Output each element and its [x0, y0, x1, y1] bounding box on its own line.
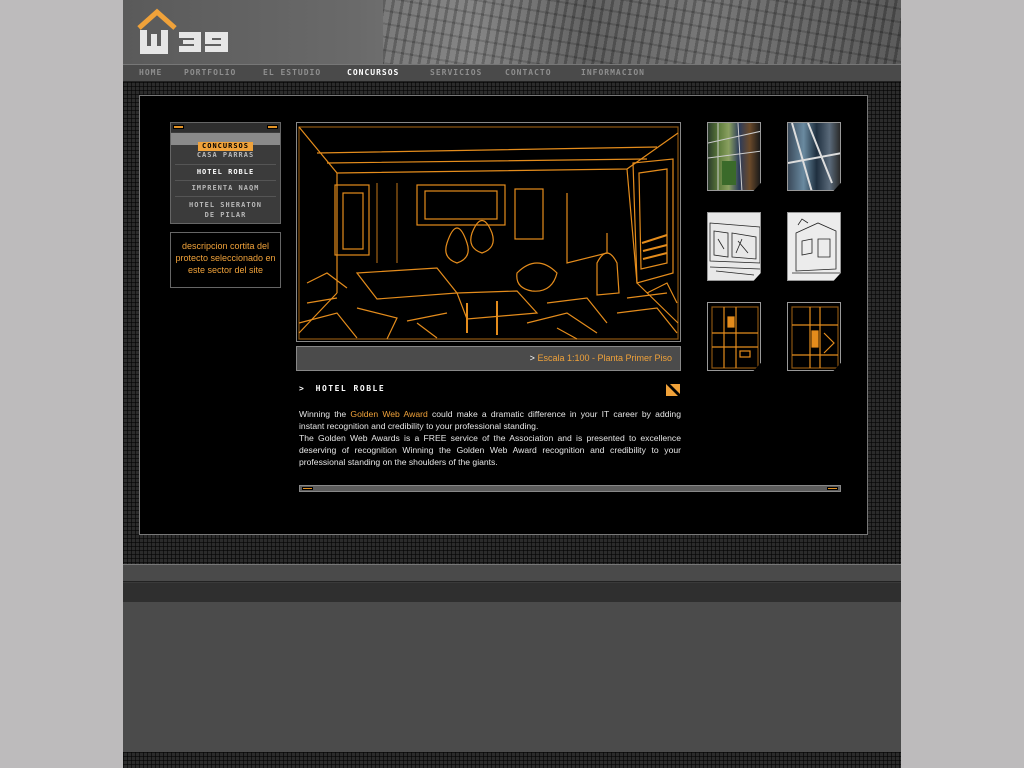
submenu-item-hotel-roble[interactable]: HOTEL ROBLE: [171, 167, 280, 177]
nav-item-home[interactable]: HOME: [139, 68, 162, 77]
project-text-p1-before: Winning the: [299, 409, 351, 419]
project-title: > HOTEL ROBLE: [299, 384, 385, 393]
nav-item-servicios[interactable]: SERVICIOS: [430, 68, 482, 77]
hotel-roble-sketch: [298, 126, 679, 340]
horizontal-scrollbar[interactable]: [299, 485, 841, 492]
scroll-down-icon[interactable]: [666, 384, 680, 396]
submenu-item-casa-parras[interactable]: CASA PARRAS: [171, 150, 280, 160]
image-caption-bar: > Escala 1:100 - Planta Primer Piso: [296, 346, 681, 371]
header-aerial-photo: [383, 0, 901, 64]
scrollbar-right-handle[interactable]: [827, 487, 838, 490]
project-title-text: HOTEL ROBLE: [315, 384, 386, 393]
thumbnail-section-1-art: [711, 306, 759, 369]
nav-item-contacto[interactable]: CONTACTO: [505, 68, 552, 77]
submenu-item-imprenta-naqm[interactable]: IMPRENTA NAQM: [171, 183, 280, 193]
thumbnail-photo-1-art: [708, 123, 760, 190]
content-grid-background: CONCURSOS CASA PARRAS HOTEL ROBLE IMPREN…: [123, 82, 901, 564]
content-panel: CONCURSOS CASA PARRAS HOTEL ROBLE IMPREN…: [139, 95, 868, 535]
thumbnail-photo-2-art: [788, 123, 840, 190]
site-container: HOME PORTFOLIO EL ESTUDIO CONCURSOS SERV…: [123, 0, 901, 768]
submenu-top-bar: [171, 123, 280, 132]
submenu-item-hotel-sheraton-line2: DE PILAR: [204, 211, 247, 219]
submenu-divider: [175, 180, 276, 181]
project-description: Winning the Golden Web Award could make …: [299, 408, 681, 468]
thumbnail-sketch-2[interactable]: [787, 212, 841, 281]
submenu-divider: [175, 196, 276, 197]
submenu-header: CONCURSOS: [171, 133, 280, 151]
thumbnail-photo-2[interactable]: [787, 122, 841, 191]
thumbnail-section-2-art: [791, 306, 839, 369]
footer-grid-strip: [123, 752, 901, 768]
thumbnail-photo-1[interactable]: [707, 122, 761, 191]
caption-text: Escala 1:100 - Planta Primer Piso: [537, 353, 672, 363]
submenu-item-hotel-sheraton-line1: HOTEL SHERATON: [188, 201, 262, 209]
footer-area: [123, 602, 901, 752]
project-text-p2: The Golden Web Awards is a FREE service …: [299, 433, 681, 467]
golden-web-award-link[interactable]: Golden Web Award: [350, 409, 427, 419]
project-submenu: CONCURSOS CASA PARRAS HOTEL ROBLE IMPREN…: [170, 122, 281, 224]
main-project-image[interactable]: [296, 122, 681, 342]
project-title-arrow: >: [299, 384, 306, 393]
submenu-item-hotel-sheraton[interactable]: HOTEL SHERATON DE PILAR: [171, 200, 280, 220]
nav-item-concursos[interactable]: CONCURSOS: [347, 68, 399, 77]
main-nav: HOME PORTFOLIO EL ESTUDIO CONCURSOS SERV…: [123, 64, 901, 82]
project-short-description: descripcion cortita del protecto selecci…: [170, 232, 281, 288]
submenu-nub-left: [173, 125, 184, 129]
thumbnail-sketch-2-art: [792, 218, 840, 274]
caption-arrow: >: [529, 353, 535, 363]
thumbnail-section-1[interactable]: [707, 302, 761, 371]
footer-bar: [123, 564, 901, 582]
submenu-divider: [175, 164, 276, 165]
thumbnail-sketch-1[interactable]: [707, 212, 761, 281]
w39-logo[interactable]: [137, 8, 247, 56]
nav-item-el-estudio[interactable]: EL ESTUDIO: [263, 68, 321, 77]
nav-item-portfolio[interactable]: PORTFOLIO: [184, 68, 236, 77]
thumbnail-section-2[interactable]: [787, 302, 841, 371]
scrollbar-left-handle[interactable]: [302, 487, 313, 490]
thumbnail-sketch-1-art: [709, 222, 760, 276]
header: [123, 0, 901, 64]
submenu-nub-right: [267, 125, 278, 129]
nav-item-informacion[interactable]: INFORMACION: [581, 68, 645, 77]
footer-dark-strip: [123, 583, 901, 602]
